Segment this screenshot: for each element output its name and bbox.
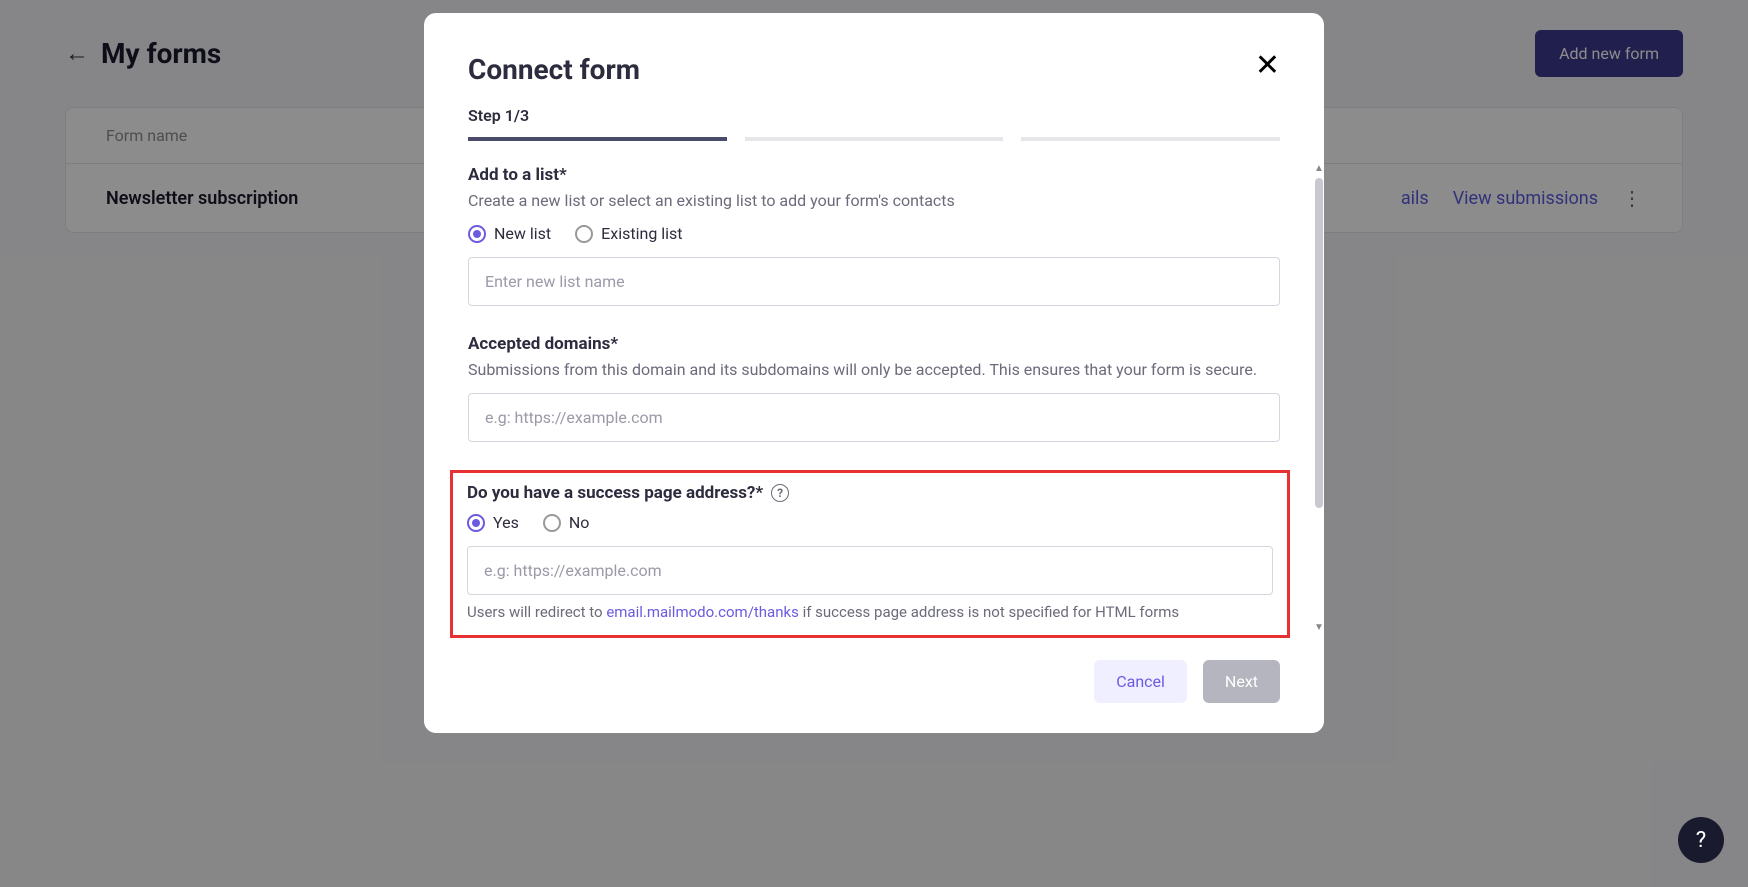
default-success-link[interactable]: email.mailmodo.com/thanks — [606, 603, 799, 621]
add-to-list-label: Add to a list* — [468, 165, 1280, 185]
scroll-track[interactable] — [1315, 178, 1323, 618]
existing-list-radio[interactable]: Existing list — [575, 224, 682, 243]
scrollbar[interactable]: ▲ ▼ — [1314, 163, 1324, 633]
accepted-domains-label: Accepted domains* — [468, 334, 1280, 354]
scroll-down-icon[interactable]: ▼ — [1314, 622, 1324, 633]
success-no-radio[interactable]: No — [543, 513, 590, 532]
accepted-domains-group: Accepted domains* Submissions from this … — [468, 334, 1280, 442]
yes-label: Yes — [493, 513, 519, 532]
success-page-group: Do you have a success page address?* ? Y… — [467, 483, 1273, 621]
add-to-list-group: Add to a list* Create a new list or sele… — [468, 165, 1280, 306]
help-fab-button[interactable]: ? — [1678, 817, 1724, 863]
no-label: No — [569, 513, 590, 532]
close-icon[interactable]: ✕ — [1255, 51, 1280, 81]
new-list-radio[interactable]: New list — [468, 224, 551, 243]
modal-footer: Cancel Next — [424, 646, 1324, 733]
success-page-label: Do you have a success page address?* ? — [467, 483, 1273, 503]
add-to-list-desc: Create a new list or select an existing … — [468, 191, 1280, 210]
list-radio-group: New list Existing list — [468, 224, 1280, 243]
radio-selected-icon — [468, 225, 486, 243]
step-label: Step 1/3 — [468, 106, 1280, 125]
next-button[interactable]: Next — [1203, 660, 1280, 703]
radio-unselected-icon — [543, 514, 561, 532]
accepted-domains-desc: Submissions from this domain and its sub… — [468, 360, 1280, 379]
radio-unselected-icon — [575, 225, 593, 243]
cancel-button[interactable]: Cancel — [1094, 660, 1187, 703]
new-list-name-input[interactable] — [468, 257, 1280, 306]
highlighted-success-page-section: Do you have a success page address?* ? Y… — [450, 470, 1290, 638]
accepted-domains-input[interactable] — [468, 393, 1280, 442]
existing-list-label: Existing list — [601, 224, 682, 243]
success-yes-radio[interactable]: Yes — [467, 513, 519, 532]
new-list-label: New list — [494, 224, 551, 243]
scroll-thumb[interactable] — [1315, 178, 1323, 508]
help-icon[interactable]: ? — [771, 484, 789, 502]
success-page-radio-group: Yes No — [467, 513, 1273, 532]
modal-body: Add to a list* Create a new list or sele… — [424, 141, 1324, 646]
connect-form-modal: Connect form ✕ Step 1/3 Add to a list* C… — [424, 13, 1324, 733]
modal-header: Connect form ✕ Step 1/3 — [424, 13, 1324, 141]
scroll-up-icon[interactable]: ▲ — [1314, 163, 1324, 174]
success-page-hint: Users will redirect to email.mailmodo.co… — [467, 603, 1273, 621]
modal-title: Connect form — [468, 53, 1280, 86]
success-page-input[interactable] — [467, 546, 1273, 595]
radio-selected-icon — [467, 514, 485, 532]
